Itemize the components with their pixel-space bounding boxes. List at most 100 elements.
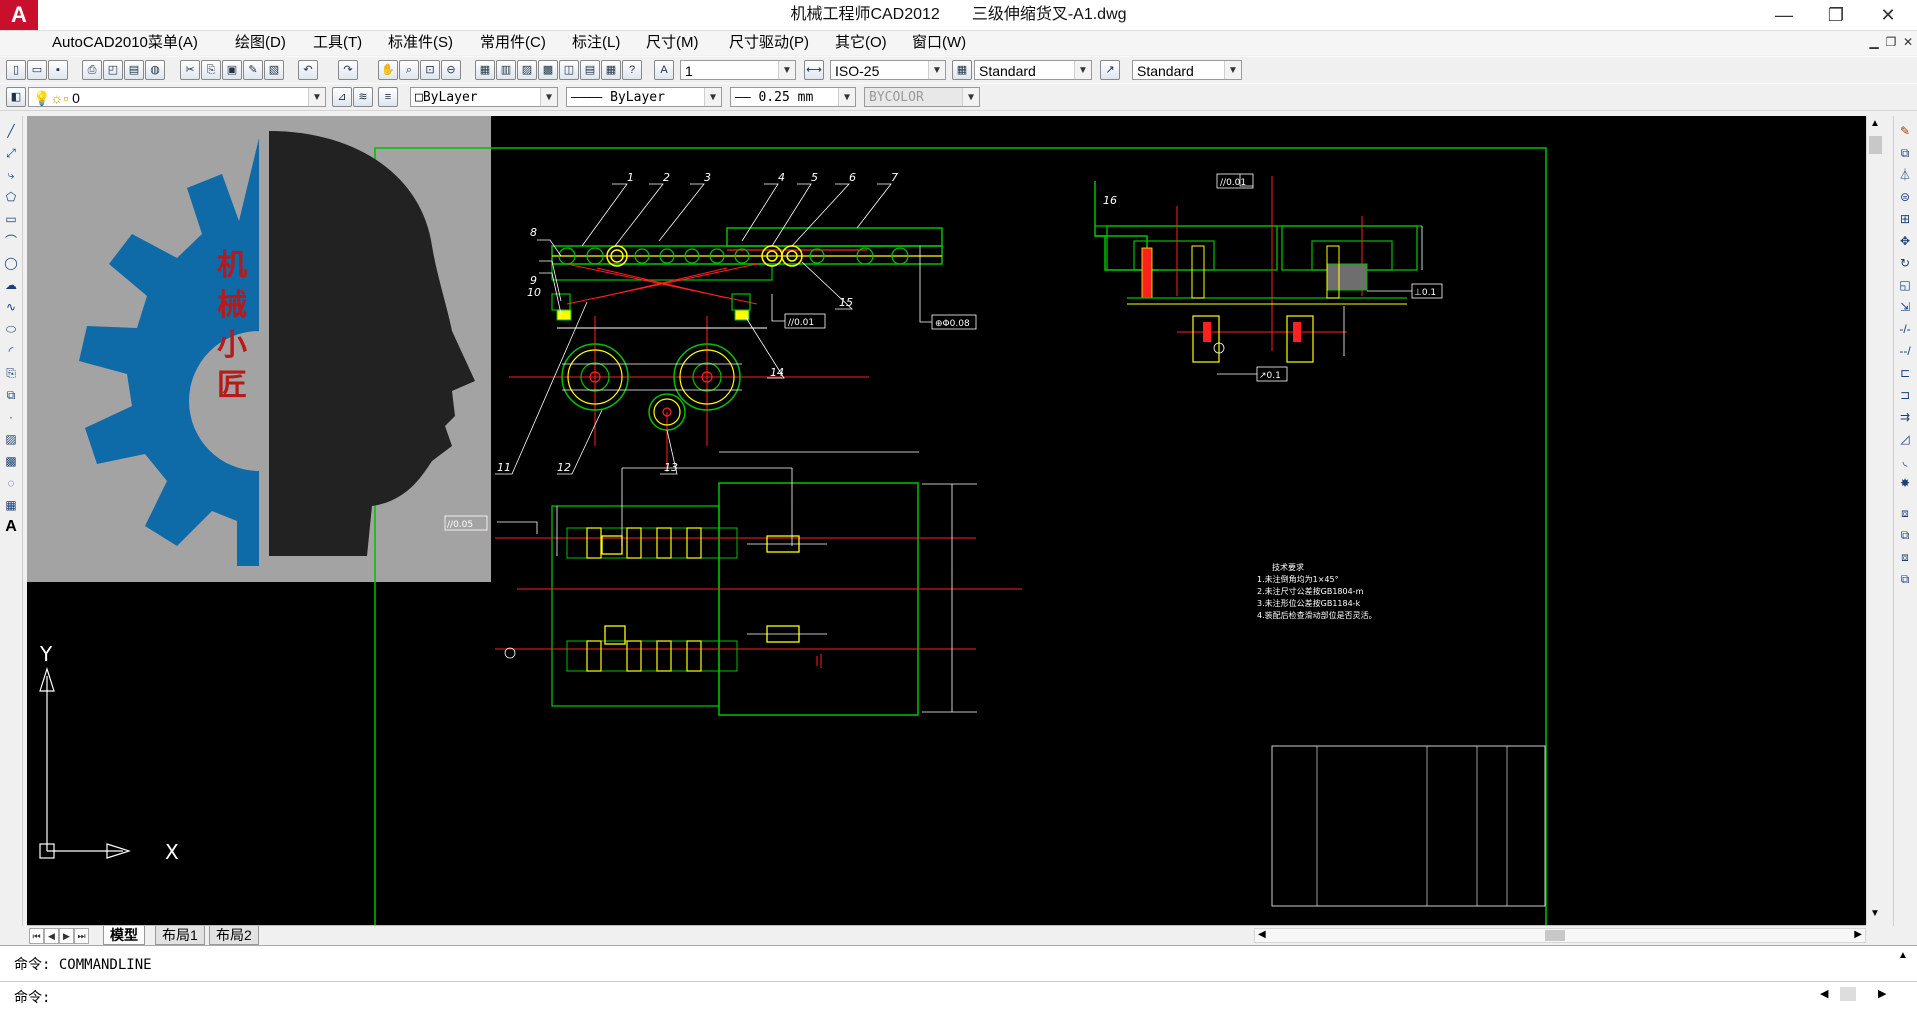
doc-minimize-icon[interactable]: ▁ (1866, 34, 1882, 50)
menu-common-parts[interactable]: 常用件(C) (480, 31, 546, 55)
layer-select[interactable]: 💡☼▫ 0 ▼ (28, 87, 326, 107)
restore-button[interactable]: ❐ (1812, 0, 1860, 30)
arc-icon[interactable]: ⌒ (2, 232, 20, 250)
layer-previous-icon[interactable]: ≋ (353, 87, 373, 107)
chamfer-icon[interactable]: ◿ (1896, 430, 1914, 448)
scroll-thumb[interactable] (1869, 136, 1882, 154)
linetype-select[interactable]: ———— ByLayer ▼ (566, 87, 722, 107)
hatch-icon[interactable]: ▨ (2, 430, 20, 448)
menu-other[interactable]: 其它(O) (835, 31, 887, 55)
mirror-icon[interactable]: ⏃ (1896, 166, 1914, 184)
command-input-row[interactable]: 命令: ◀ ▶ (0, 981, 1917, 1010)
scroll-down-icon[interactable]: ▼ (1870, 908, 1880, 919)
revision-cloud-icon[interactable]: ☁ (2, 276, 20, 294)
menu-window[interactable]: 窗口(W) (912, 31, 966, 55)
scroll-left-icon[interactable]: ◀ (1258, 929, 1266, 940)
vertical-scrollbar[interactable]: ▲ ▼ (1866, 116, 1884, 925)
drawing-canvas[interactable]: 1 2 3 4 5 6 7 8 9 10 11 12 13 14 15 16 /… (27, 116, 1866, 925)
break-at-point-icon[interactable]: ⊏ (1896, 364, 1914, 382)
publish-web-icon[interactable]: ◍ (145, 60, 165, 80)
color-select[interactable]: □ByLayer ▼ (410, 87, 558, 107)
lineweight-select[interactable]: —— 0.25 mm ▼ (730, 87, 856, 107)
doc-restore-icon[interactable]: ❐ (1883, 34, 1899, 50)
block-editor-icon[interactable]: ▧ (264, 60, 284, 80)
match-properties-icon[interactable]: ✎ (243, 60, 263, 80)
text-style-icon[interactable]: A (654, 60, 674, 80)
move-icon[interactable]: ✥ (1896, 232, 1914, 250)
open-file-icon[interactable]: ▭ (27, 60, 47, 80)
offset-icon[interactable]: ⊜ (1896, 188, 1914, 206)
pan-icon[interactable]: ✋ (378, 60, 398, 80)
horizontal-scrollbar[interactable]: ◀ ▶ (1254, 928, 1866, 943)
copy-icon[interactable]: ⎘ (201, 60, 221, 80)
ellipse-arc-icon[interactable]: ◜ (2, 342, 20, 360)
menu-tools[interactable]: 工具(T) (313, 31, 362, 55)
markup-icon[interactable]: ◫ (559, 60, 579, 80)
make-block-icon[interactable]: ⧉ (2, 386, 20, 404)
cut-icon[interactable]: ✂ (180, 60, 200, 80)
menu-dimension[interactable]: 尺寸(M) (646, 31, 699, 55)
polygon-icon[interactable]: ⬠ (2, 188, 20, 206)
menu-autocad[interactable]: AutoCAD2010菜单(A) (52, 31, 198, 55)
break-icon[interactable]: ⊐ (1896, 386, 1914, 404)
insert-block-icon[interactable]: ⎘ (2, 364, 20, 382)
dim-style-select[interactable]: ISO-25 ▼ (830, 60, 946, 80)
trim-icon[interactable]: -/- (1896, 320, 1914, 338)
layer-manager-icon[interactable]: ◧ (6, 87, 26, 107)
doc-close-icon[interactable]: ✕ (1900, 34, 1916, 50)
dim-style-icon[interactable]: ⟷ (804, 60, 824, 80)
multileader-style-icon[interactable]: ↗ (1100, 60, 1120, 80)
rectangle-icon[interactable]: ▭ (2, 210, 20, 228)
circle-icon[interactable]: ◯ (2, 254, 20, 272)
draworder-front-icon[interactable]: ⧈ (1896, 504, 1914, 522)
last-tab-icon[interactable]: ⏭ (74, 928, 89, 944)
polyline-icon[interactable]: ⤷ (2, 166, 20, 184)
line-icon[interactable]: ╱ (2, 122, 20, 140)
make-layer-current-icon[interactable]: ⊿ (332, 87, 352, 107)
save-icon[interactable]: ▪ (48, 60, 68, 80)
point-icon[interactable]: · (2, 408, 20, 426)
calculator-icon[interactable]: ▤ (580, 60, 600, 80)
explode-icon[interactable]: ✸ (1896, 474, 1914, 492)
copy-object-icon[interactable]: ⧉ (1896, 144, 1914, 162)
region-icon[interactable]: ◌ (2, 474, 20, 492)
tool-palettes-icon[interactable]: ▨ (517, 60, 537, 80)
stretch-icon[interactable]: ⇲ (1896, 298, 1914, 316)
layer-state-manager-icon[interactable]: ≡ (378, 87, 398, 107)
scroll-up-icon[interactable]: ▲ (1870, 118, 1880, 129)
scroll-left-icon[interactable]: ◀ (1820, 987, 1828, 1000)
spline-icon[interactable]: ∿ (2, 298, 20, 316)
ellipse-icon[interactable]: ⬭ (2, 320, 20, 338)
draworder-back-icon[interactable]: ⧉ (1896, 526, 1914, 544)
zoom-previous-icon[interactable]: ⊖ (441, 60, 461, 80)
minimize-button[interactable]: — (1760, 0, 1808, 30)
undo-icon[interactable]: ↶ (298, 60, 318, 80)
erase-icon[interactable]: ✎ (1896, 122, 1914, 140)
extend-icon[interactable]: --/ (1896, 342, 1914, 360)
next-tab-icon[interactable]: ▶ (59, 928, 74, 944)
sheet-set-icon[interactable]: ▩ (538, 60, 558, 80)
scroll-right-icon[interactable]: ▶ (1854, 929, 1862, 940)
command-prompt[interactable]: 命令: (14, 987, 50, 1007)
first-tab-icon[interactable]: ⏮ (29, 928, 44, 944)
menu-standard-parts[interactable]: 标准件(S) (388, 31, 453, 55)
text-style-select[interactable]: 1 ▼ (680, 60, 796, 80)
menu-annotate[interactable]: 标注(L) (572, 31, 620, 55)
table-style-icon[interactable]: ▦ (952, 60, 972, 80)
publish-icon[interactable]: ▤ (124, 60, 144, 80)
table-icon[interactable]: ▦ (2, 496, 20, 514)
new-file-icon[interactable]: ▯ (6, 60, 26, 80)
draworder-above-icon[interactable]: ⧈ (1896, 548, 1914, 566)
multiline-text-icon[interactable]: A (2, 518, 20, 536)
prev-tab-icon[interactable]: ◀ (44, 928, 59, 944)
scale-icon[interactable]: ◱ (1896, 276, 1914, 294)
scroll-thumb[interactable] (1545, 930, 1565, 941)
fillet-icon[interactable]: ◟ (1896, 452, 1914, 470)
table-style-select[interactable]: Standard ▼ (974, 60, 1092, 80)
design-center-icon[interactable]: ▥ (496, 60, 516, 80)
join-icon[interactable]: ⇉ (1896, 408, 1914, 426)
close-button[interactable]: ✕ (1864, 0, 1912, 30)
array-icon[interactable]: ⊞ (1896, 210, 1914, 228)
tab-layout1[interactable]: 布局1 (155, 926, 205, 945)
print-preview-icon[interactable]: ◰ (103, 60, 123, 80)
